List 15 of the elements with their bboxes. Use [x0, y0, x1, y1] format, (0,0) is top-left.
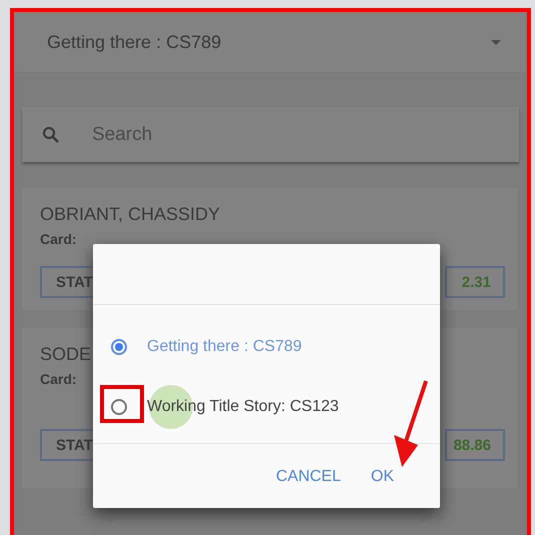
- search-icon: [42, 126, 60, 144]
- radio-button[interactable]: [111, 339, 127, 355]
- story-dropdown[interactable]: Getting there : CS789: [14, 12, 525, 73]
- amount-button[interactable]: 88.86: [445, 429, 505, 461]
- caret-icon: [491, 40, 501, 44]
- card-label: Card:: [40, 371, 77, 387]
- cancel-button[interactable]: CANCEL: [268, 464, 349, 490]
- ok-button[interactable]: OK: [362, 464, 402, 490]
- patient-name: OBRIANT, CHASSIDY: [40, 204, 220, 225]
- card-label: Card:: [40, 231, 77, 247]
- patient-name: SODE: [40, 344, 92, 365]
- highlight-box: [100, 385, 144, 423]
- amount-button[interactable]: 2.31: [445, 266, 505, 298]
- radio-button[interactable]: [111, 399, 127, 415]
- radio-option[interactable]: Getting there : CS789: [93, 317, 440, 377]
